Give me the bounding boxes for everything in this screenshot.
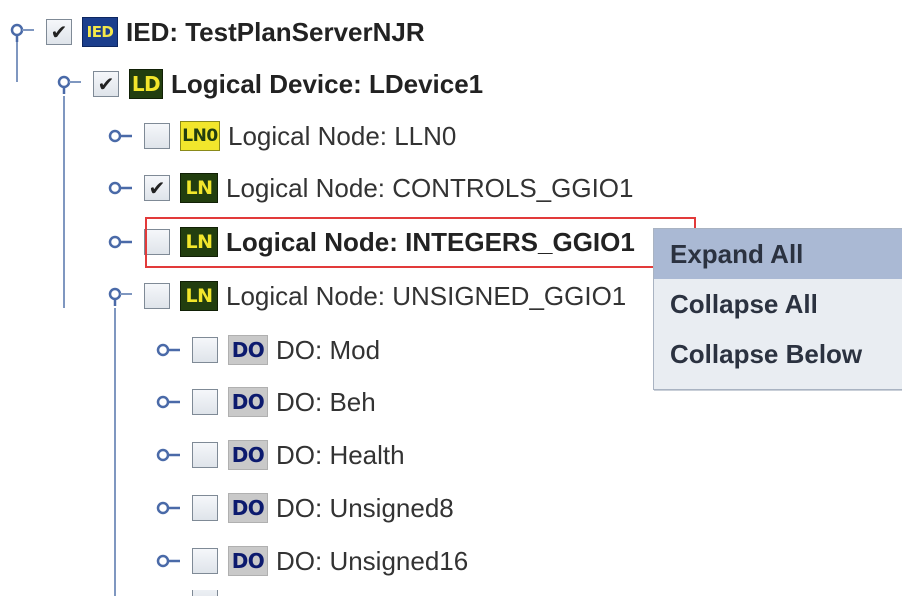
tree-node-data-object[interactable]: DO DO: Unsigned16 (154, 541, 468, 581)
tree-node-logical-device[interactable]: ✔ LD Logical Device: LDevice1 (55, 64, 483, 104)
collapsed-toggle-icon[interactable] (106, 126, 132, 146)
ln-icon: LN (180, 281, 218, 311)
collapsed-toggle-icon[interactable] (154, 551, 180, 571)
ld-label: Logical Device: LDevice1 (171, 68, 484, 99)
tree-node-data-object-partial (154, 590, 228, 596)
ln-checkbox[interactable] (144, 283, 170, 309)
do-label: DO: Beh (276, 386, 376, 417)
do-icon: DO (228, 546, 268, 576)
tree-node-data-object[interactable]: DO DO: Beh (154, 382, 376, 422)
do-label: DO: Health (276, 439, 405, 470)
ld-checkbox[interactable]: ✔ (93, 71, 119, 97)
collapsed-toggle-icon (154, 590, 180, 596)
ln-checkbox[interactable] (144, 123, 170, 149)
do-checkbox (192, 590, 218, 596)
tree-node-ied[interactable]: ✔ IED IED: TestPlanServerNJR (8, 12, 425, 52)
ln-checkbox[interactable]: ✔ (144, 175, 170, 201)
do-checkbox[interactable] (192, 337, 218, 363)
collapsed-toggle-icon[interactable] (106, 178, 132, 198)
do-icon: DO (228, 493, 268, 523)
menu-item-collapse-below[interactable]: Collapse Below (654, 329, 902, 379)
collapsed-toggle-icon[interactable] (154, 445, 180, 465)
menu-item-expand-all[interactable]: Expand All (654, 229, 902, 279)
tree-node-logical-node[interactable]: LN0 Logical Node: LLN0 (106, 116, 456, 156)
menu-item-collapse-all[interactable]: Collapse All (654, 279, 902, 329)
tree-node-data-object[interactable]: DO DO: Mod (154, 330, 380, 370)
do-checkbox[interactable] (192, 495, 218, 521)
tree-node-data-object[interactable]: DO DO: Health (154, 435, 405, 475)
collapsed-toggle-icon[interactable] (154, 392, 180, 412)
ln-label: Logical Node: LLN0 (228, 120, 457, 151)
ied-icon: IED (82, 17, 118, 47)
expanded-toggle-icon[interactable] (8, 22, 34, 42)
ied-checkbox[interactable]: ✔ (46, 19, 72, 45)
collapsed-toggle-icon[interactable] (106, 232, 132, 252)
collapsed-toggle-icon[interactable] (154, 498, 180, 518)
tree-node-logical-node[interactable]: ✔ LN Logical Node: CONTROLS_GGIO1 (106, 168, 634, 208)
do-icon: DO (228, 387, 268, 417)
tree-line-ln-unsigned (114, 308, 116, 596)
do-icon: DO (228, 335, 268, 365)
ln-icon: LN (180, 173, 218, 203)
selection-highlight (145, 217, 696, 268)
ied-label: IED: TestPlanServerNJR (126, 16, 425, 47)
ln0-icon: LN0 (180, 121, 220, 151)
do-checkbox[interactable] (192, 548, 218, 574)
do-checkbox[interactable] (192, 442, 218, 468)
do-label: DO: Mod (276, 334, 381, 365)
collapsed-toggle-icon[interactable] (154, 340, 180, 360)
do-checkbox[interactable] (192, 389, 218, 415)
tree-line-ld (63, 96, 65, 308)
context-menu: Expand All Collapse All Collapse Below (653, 228, 902, 390)
expanded-toggle-icon[interactable] (106, 286, 132, 306)
tree-node-logical-node[interactable]: LN Logical Node: UNSIGNED_GGIO1 (106, 276, 626, 316)
ln-label: Logical Node: CONTROLS_GGIO1 (226, 172, 634, 203)
do-icon: DO (228, 440, 268, 470)
do-label: DO: Unsigned16 (276, 545, 469, 576)
ln-label: Logical Node: UNSIGNED_GGIO1 (226, 280, 627, 311)
expanded-toggle-icon[interactable] (55, 74, 81, 94)
do-label: DO: Unsigned8 (276, 492, 454, 523)
ld-icon: LD (129, 69, 163, 99)
tree-node-data-object[interactable]: DO DO: Unsigned8 (154, 488, 454, 528)
